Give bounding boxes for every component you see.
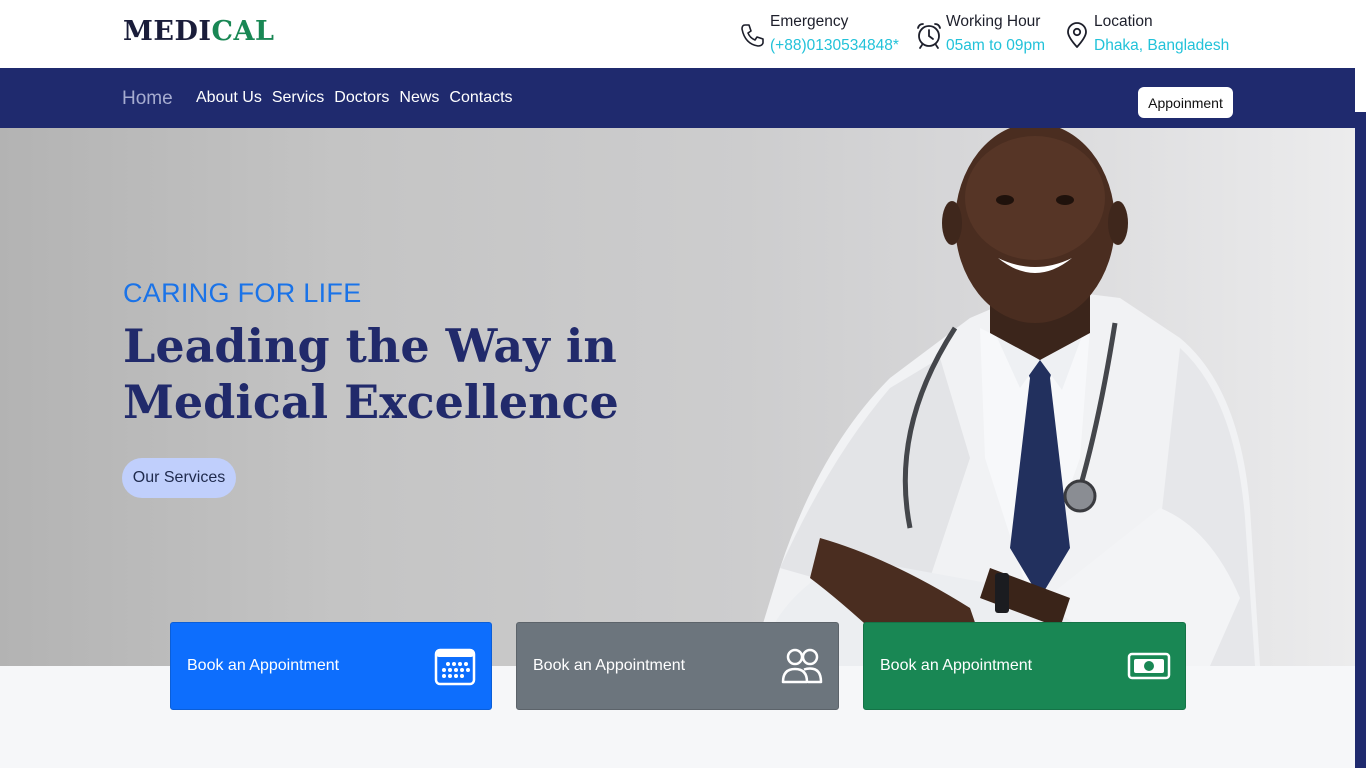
card-label: Book an Appointment [880,657,1033,674]
scrollbar-thumb[interactable] [1355,112,1366,768]
alarm-clock-icon [917,23,941,49]
logo-part-1: MEDI [123,16,212,47]
nav-links: About Us Servics Doctors News Contacts [196,89,513,107]
working-hour-label: Working Hour [946,13,1041,30]
card-label: Book an Appointment [187,657,340,674]
book-appointment-card[interactable]: Book an Appointment [170,622,492,710]
card-label: Book an Appointment [533,657,686,674]
book-appointment-card[interactable]: Book an Appointment [863,622,1186,710]
working-hour-value: 05am to 09pm [946,37,1046,54]
hero-tagline: CARING FOR LIFE [123,278,362,308]
emergency-label: Emergency [770,13,849,30]
people-icon [781,648,823,684]
doctor-image [750,128,1260,666]
logo-part-2: CAL [211,16,275,47]
nav-news[interactable]: News [399,89,439,107]
nav-contacts[interactable]: Contacts [449,89,512,107]
hero-headline: Leading the Way in Medical Excellence [123,319,619,429]
scrollbar-track [1355,68,1366,112]
location-label: Location [1094,13,1153,30]
site-logo[interactable]: MEDICAL [123,16,274,47]
nav-services[interactable]: Servics [272,89,324,107]
map-pin-icon [1067,22,1087,48]
nav-about-us[interactable]: About Us [196,89,262,107]
book-appointment-card[interactable]: Book an Appointment [516,622,839,710]
location-value: Dhaka, Bangladesh [1094,37,1230,54]
hero-section: CARING FOR LIFE Leading the Way in Medic… [0,128,1355,666]
our-services-button[interactable]: Our Services [122,458,236,498]
emergency-phone[interactable]: (+88)0130534848* [770,36,899,56]
working-hour-info: Working Hour 05am to 09pm [914,12,1045,56]
appointment-button[interactable]: Appoinment [1138,87,1233,118]
nav-doctors[interactable]: Doctors [334,89,389,107]
top-header: MEDICAL Emergency (+88)0130534848* Worki… [0,0,1366,68]
cash-icon [1127,652,1171,680]
main-navbar: Home About Us Servics Doctors News Conta… [0,68,1355,128]
nav-home[interactable]: Home [122,88,173,110]
calendar-icon [434,648,476,686]
emergency-info: Emergency (+88)0130534848* [738,12,899,56]
location-info: Location Dhaka, Bangladesh [1062,12,1229,56]
phone-icon [741,24,764,47]
